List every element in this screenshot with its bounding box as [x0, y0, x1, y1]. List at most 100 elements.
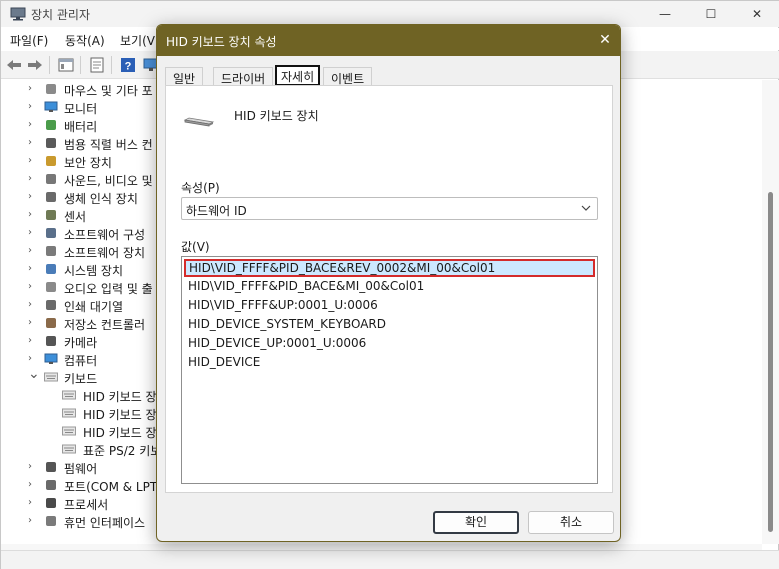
battery-icon	[46, 120, 56, 130]
value-item[interactable]: HID\VID_FFFF&UP:0001_U:0006	[184, 297, 595, 315]
tree-item-label: 범용 직렬 버스 컨	[64, 138, 153, 152]
tab-strip: 일반 드라이버 이벤트 자세히	[163, 65, 613, 86]
value-list[interactable]: HID\VID_FFFF&PID_BACE&REV_0002&MI_00&Col…	[181, 256, 598, 484]
chevron-right-icon[interactable]: ›	[28, 173, 36, 185]
window-title: 장치 관리자	[31, 8, 91, 22]
security-device-icon	[46, 156, 56, 166]
back-button[interactable]	[5, 56, 23, 74]
cancel-button[interactable]: 취소	[528, 511, 614, 534]
tree-item-label: HID 키보드 장	[83, 426, 157, 440]
chevron-right-icon[interactable]: ›	[28, 299, 36, 311]
chevron-right-icon[interactable]: ›	[28, 119, 36, 131]
software-component-icon	[46, 228, 56, 238]
chevron-right-icon[interactable]: ›	[28, 317, 36, 329]
printer-icon	[46, 300, 56, 310]
chevron-down-icon	[581, 205, 591, 211]
mouse-icon	[46, 84, 56, 94]
toolbar-divider	[49, 56, 50, 74]
tab-details[interactable]: 자세히	[275, 65, 321, 86]
chevron-right-icon[interactable]: ›	[28, 155, 36, 167]
vertical-scrollbar[interactable]	[762, 80, 779, 544]
help-icon: ?	[121, 58, 135, 73]
chevron-right-icon[interactable]: ›	[28, 245, 36, 257]
tree-item-label: 시스템 장치	[64, 264, 124, 278]
tree-item-label: 소프트웨어 구성	[64, 228, 146, 242]
maximize-icon: ☐	[705, 7, 717, 21]
value-item[interactable]: HID\VID_FFFF&PID_BACE&REV_0002&MI_00&Col…	[184, 259, 595, 277]
chevron-right-icon[interactable]: ›	[28, 137, 36, 149]
chevron-right-icon[interactable]: ›	[28, 281, 36, 293]
details-panel: HID 키보드 장치 속성(P) 하드웨어 ID 값(V) HID\VID_FF…	[165, 85, 613, 493]
tree-item-label: 마우스 및 기타 포	[64, 84, 153, 98]
tree-item-label: 키보드	[64, 372, 98, 386]
device-manager-icon	[10, 7, 26, 21]
dialog-title-bar: HID 키보드 장치 속성 ✕	[157, 25, 620, 56]
chevron-right-icon[interactable]: ›	[28, 191, 36, 203]
chevron-right-icon[interactable]: ›	[28, 461, 36, 473]
forward-arrow-icon	[28, 60, 42, 70]
tab-driver[interactable]: 드라이버	[213, 67, 274, 86]
value-item[interactable]: HID\VID_FFFF&PID_BACE&MI_00&Col01	[184, 278, 595, 296]
tree-item-label: 휴먼 인터페이스	[64, 516, 146, 530]
tree-item-label: 펌웨어	[64, 462, 98, 476]
maximize-button[interactable]: ☐	[688, 1, 734, 27]
chevron-right-icon[interactable]: ›	[28, 209, 36, 221]
scrollbar-thumb[interactable]	[768, 192, 773, 532]
toolbar-divider	[111, 56, 112, 74]
device-name: HID 키보드 장치	[234, 109, 319, 123]
keyboard-icon	[62, 390, 76, 400]
chevron-right-icon[interactable]: ›	[28, 479, 36, 491]
chevron-down-icon[interactable]: ⌄	[28, 366, 40, 382]
close-button[interactable]: ✕	[734, 1, 779, 27]
tab-events[interactable]: 이벤트	[323, 67, 373, 86]
computer-icon	[44, 353, 58, 364]
keyboard-icon	[62, 444, 76, 454]
close-icon: ✕	[599, 32, 611, 48]
menu-action[interactable]: 동작(A)	[65, 32, 105, 49]
chevron-right-icon[interactable]: ›	[28, 335, 36, 347]
ok-button[interactable]: 확인	[433, 511, 519, 534]
value-item[interactable]: HID_DEVICE_UP:0001_U:0006	[184, 335, 595, 353]
forward-button[interactable]	[26, 56, 44, 74]
value-label: 값(V)	[181, 240, 210, 254]
system-device-icon	[46, 264, 56, 274]
chevron-right-icon[interactable]: ›	[28, 353, 36, 365]
storage-controller-icon	[46, 318, 56, 328]
property-label: 속성(P)	[181, 181, 220, 195]
device-properties-dialog: HID 키보드 장치 속성 ✕ 일반 드라이버 이벤트 자세히 HID 키보드 …	[156, 24, 621, 542]
processor-icon	[46, 498, 56, 508]
chevron-right-icon[interactable]: ›	[28, 101, 36, 113]
tab-general[interactable]: 일반	[165, 67, 204, 86]
menu-view[interactable]: 보기(V	[120, 32, 155, 49]
chevron-right-icon[interactable]: ›	[28, 263, 36, 275]
software-device-icon	[46, 246, 56, 256]
tree-item-label: 센서	[64, 210, 87, 224]
show-hide-tree-button[interactable]	[57, 56, 75, 74]
help-button[interactable]: ?	[119, 56, 137, 74]
property-dropdown[interactable]: 하드웨어 ID	[181, 197, 598, 220]
tree-item-label: 프로세서	[64, 498, 109, 512]
chevron-right-icon[interactable]: ›	[28, 497, 36, 509]
monitor-icon	[44, 101, 58, 112]
chevron-right-icon[interactable]: ›	[28, 227, 36, 239]
dialog-close-button[interactable]: ✕	[596, 31, 614, 49]
value-item[interactable]: HID_DEVICE_SYSTEM_KEYBOARD	[184, 316, 595, 334]
tree-item-label: HID 키보드 장	[83, 408, 157, 422]
tree-item-label: 카메라	[64, 336, 98, 350]
tree-pane-icon	[58, 58, 74, 72]
keyboard-icon	[44, 372, 58, 382]
fingerprint-icon	[46, 192, 56, 202]
tree-item-label: 모니터	[64, 102, 98, 116]
minimize-button[interactable]: —	[642, 1, 688, 27]
tree-item-label: 포트(COM & LPT	[64, 480, 158, 494]
chevron-right-icon[interactable]: ›	[28, 83, 36, 95]
properties-icon	[90, 57, 104, 73]
tree-item-label: 표준 PS/2 키보	[83, 444, 162, 458]
audio-io-icon	[46, 282, 56, 292]
menu-file[interactable]: 파일(F)	[10, 32, 48, 49]
tree-item-label: 사운드, 비디오 및	[64, 174, 153, 188]
properties-button[interactable]	[88, 56, 106, 74]
hid-icon	[46, 516, 56, 526]
value-item[interactable]: HID_DEVICE	[184, 354, 595, 372]
chevron-right-icon[interactable]: ›	[28, 515, 36, 527]
